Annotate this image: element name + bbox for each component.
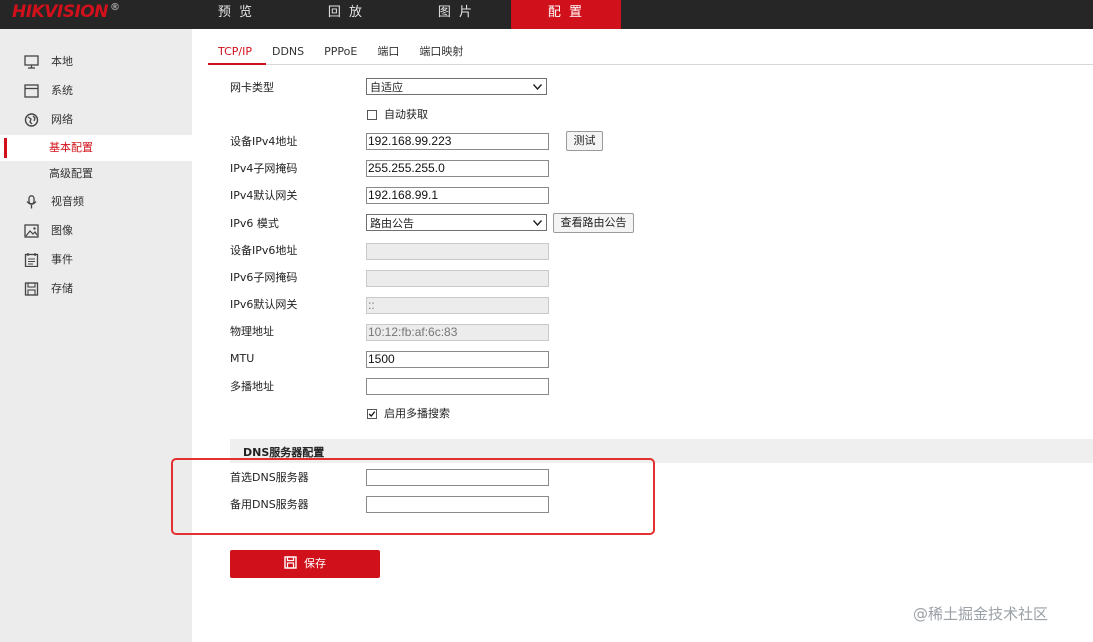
dns-highlight-box <box>171 458 655 535</box>
registered-mark: ® <box>109 2 120 13</box>
sidebar-item-label: 事件 <box>51 253 73 266</box>
nav-configuration[interactable]: 配 置 <box>511 0 621 29</box>
brand-logo-text: HIKVISION <box>12 2 108 22</box>
mtu-input[interactable]: 1500 <box>366 351 549 368</box>
top-bar: HIKVISION ® 预 览 回 放 图 片 配 置 <box>0 0 1093 29</box>
dhcp-checkbox[interactable] <box>367 110 377 120</box>
tab-port-mapping[interactable]: 端口映射 <box>409 39 473 65</box>
chevron-down-icon <box>533 84 542 90</box>
sidebar-item-label: 本地 <box>51 55 73 68</box>
tab-ddns[interactable]: DDNS <box>262 39 314 65</box>
ipv4-gateway-input[interactable]: 192.168.99.1 <box>366 187 549 204</box>
mac-address-label: 物理地址 <box>230 325 274 338</box>
save-button[interactable]: 保存 <box>230 550 380 578</box>
brand-logo: HIKVISION ® <box>12 2 120 22</box>
sidebar: 本地 系统 网络 基本配置 高级配置 视音频 图像 事件 存储 <box>0 29 192 642</box>
sidebar-item-label: 系统 <box>51 84 73 97</box>
tab-tcpip[interactable]: TCP/IP <box>208 39 262 65</box>
microphone-icon <box>26 195 37 209</box>
ipv4-mask-input[interactable]: 255.255.255.0 <box>366 160 549 177</box>
top-nav: 预 览 回 放 图 片 配 置 <box>181 0 621 29</box>
sidebar-item-event[interactable]: 事件 <box>0 247 192 273</box>
ipv6-mode-label: IPv6 模式 <box>230 217 279 230</box>
sidebar-subitem-advanced-config[interactable]: 高级配置 <box>0 161 192 187</box>
save-button-label: 保存 <box>304 557 326 570</box>
sidebar-item-image[interactable]: 图像 <box>0 218 192 244</box>
watermark: @稀土掘金技术社区 <box>913 605 1049 623</box>
image-icon <box>24 224 39 238</box>
multicast-address-label: 多播地址 <box>230 380 274 393</box>
nic-type-value: 自适应 <box>370 81 403 94</box>
ipv6-mode-value: 路由公告 <box>370 217 414 230</box>
save-disk-icon <box>284 556 297 569</box>
system-icon <box>24 84 39 98</box>
ipv6-address-input <box>366 243 549 260</box>
sidebar-item-local[interactable]: 本地 <box>0 49 192 75</box>
ipv4-address-input[interactable]: 192.168.99.223 <box>366 133 549 150</box>
config-tabs: TCP/IP DDNS PPPoE 端口 端口映射 <box>208 39 473 65</box>
multicast-search-checkbox[interactable] <box>367 409 377 419</box>
nav-preview[interactable]: 预 览 <box>181 0 291 29</box>
ipv6-mode-select[interactable]: 路由公告 <box>366 214 547 231</box>
dhcp-checkbox-label: 自动获取 <box>384 108 428 121</box>
tab-divider <box>208 64 1093 65</box>
sidebar-item-network[interactable]: 网络 <box>0 107 192 133</box>
nav-picture[interactable]: 图 片 <box>401 0 511 29</box>
sidebar-item-label: 视音频 <box>51 195 84 208</box>
ipv4-gateway-label: IPv4默认网关 <box>230 189 298 202</box>
event-icon <box>24 253 39 267</box>
sidebar-item-system[interactable]: 系统 <box>0 78 192 104</box>
sidebar-item-video-audio[interactable]: 视音频 <box>0 189 192 215</box>
view-router-advert-button[interactable]: 查看路由公告 <box>553 213 634 233</box>
sidebar-item-label: 网络 <box>51 113 73 126</box>
tab-port[interactable]: 端口 <box>367 39 409 65</box>
sidebar-subitem-basic-config[interactable]: 基本配置 <box>0 135 192 161</box>
active-tab-indicator <box>208 63 266 65</box>
ipv6-gateway-input: :: <box>366 297 549 314</box>
mac-address-input: 10:12:fb:af:6c:83 <box>366 324 549 341</box>
test-button[interactable]: 测试 <box>566 131 603 151</box>
sidebar-subitem-label: 高级配置 <box>49 167 93 180</box>
checkmark-icon <box>368 411 376 417</box>
ipv6-mask-label: IPv6子网掩码 <box>230 271 298 284</box>
globe-icon <box>24 113 39 127</box>
sidebar-item-label: 存储 <box>51 282 73 295</box>
nic-type-select[interactable]: 自适应 <box>366 78 547 95</box>
multicast-search-label: 启用多播搜索 <box>384 407 450 420</box>
save-disk-icon <box>24 282 39 296</box>
ipv4-mask-label: IPv4子网掩码 <box>230 162 298 175</box>
ipv6-address-label: 设备IPv6地址 <box>230 244 298 257</box>
ipv4-address-label: 设备IPv4地址 <box>230 135 298 148</box>
multicast-address-input[interactable] <box>366 378 549 395</box>
nic-type-label: 网卡类型 <box>230 81 274 94</box>
sidebar-item-label: 图像 <box>51 224 73 237</box>
ipv6-mask-input <box>366 270 549 287</box>
sidebar-subitem-label: 基本配置 <box>49 141 93 154</box>
nav-playback[interactable]: 回 放 <box>291 0 401 29</box>
tab-pppoe[interactable]: PPPoE <box>314 39 367 65</box>
mtu-label: MTU <box>230 352 255 365</box>
monitor-icon <box>24 55 39 69</box>
chevron-down-icon <box>533 220 542 226</box>
sidebar-item-storage[interactable]: 存储 <box>0 276 192 302</box>
ipv6-gateway-label: IPv6默认网关 <box>230 298 298 311</box>
